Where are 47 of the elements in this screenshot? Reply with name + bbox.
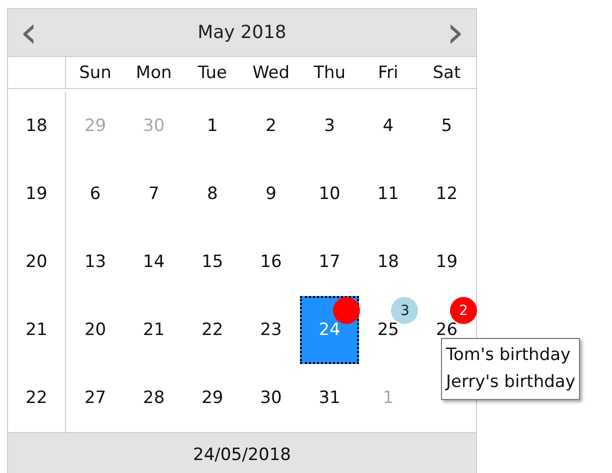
week-number: 19 xyxy=(26,184,48,204)
day-number[interactable]: 31 xyxy=(318,388,340,408)
day-number[interactable]: 2 xyxy=(266,116,276,136)
selected-date: 24/05/2018 xyxy=(193,445,291,465)
day-number[interactable]: 11 xyxy=(377,184,399,204)
day-number[interactable]: 23 xyxy=(260,320,282,340)
day-number[interactable]: 27 xyxy=(84,388,106,408)
day-number[interactable]: 18 xyxy=(377,252,399,272)
week-number: 21 xyxy=(26,320,48,340)
day-number[interactable]: 17 xyxy=(318,252,340,272)
day-number[interactable]: 30 xyxy=(260,388,282,408)
weekday-label: Thu xyxy=(314,62,346,82)
day-number[interactable]: 12 xyxy=(436,184,458,204)
weekday-label: Mon xyxy=(136,62,172,82)
day-number[interactable]: 13 xyxy=(84,252,106,272)
day-number[interactable]: 6 xyxy=(90,184,101,204)
day-number[interactable]: 5 xyxy=(441,116,452,136)
next-month-button[interactable]: › xyxy=(442,10,468,54)
tooltip-line: Tom's birthday xyxy=(446,344,572,367)
week-number: 20 xyxy=(26,252,48,272)
weekday-label: Tue xyxy=(198,62,227,82)
weekday-label: Sat xyxy=(432,62,461,82)
day-number[interactable]: 19 xyxy=(436,252,458,272)
day-number[interactable]: 9 xyxy=(266,184,276,204)
day-number[interactable]: 16 xyxy=(260,252,282,272)
weekday-label: Wed xyxy=(252,62,290,82)
tooltip-line: Jerry's birthday xyxy=(446,371,576,394)
day-number[interactable]: 7 xyxy=(148,184,160,204)
day-number[interactable]: 29 xyxy=(202,388,224,408)
weekday-label: Sun xyxy=(79,62,112,82)
day-number[interactable]: 1 xyxy=(207,116,218,136)
event-count-badge: 3 xyxy=(391,297,418,324)
weekday-label: Fri xyxy=(378,62,398,82)
month-title: May 2018 xyxy=(198,22,286,43)
day-number[interactable]: 3 xyxy=(324,116,335,136)
day-number[interactable]: 10 xyxy=(318,184,340,204)
day-number[interactable]: 4 xyxy=(382,116,394,136)
day-number[interactable]: 14 xyxy=(143,252,165,272)
day-number[interactable]: 15 xyxy=(202,252,224,272)
day-number[interactable]: 21 xyxy=(143,320,165,340)
day-number[interactable]: 20 xyxy=(84,320,106,340)
week-number: 22 xyxy=(26,388,48,408)
day-number[interactable]: 8 xyxy=(207,184,218,204)
week-number: 18 xyxy=(26,116,48,136)
day-number[interactable]: 28 xyxy=(143,388,165,408)
day-number[interactable]: 22 xyxy=(202,320,224,340)
previous-month-button[interactable]: ‹ xyxy=(16,10,42,54)
